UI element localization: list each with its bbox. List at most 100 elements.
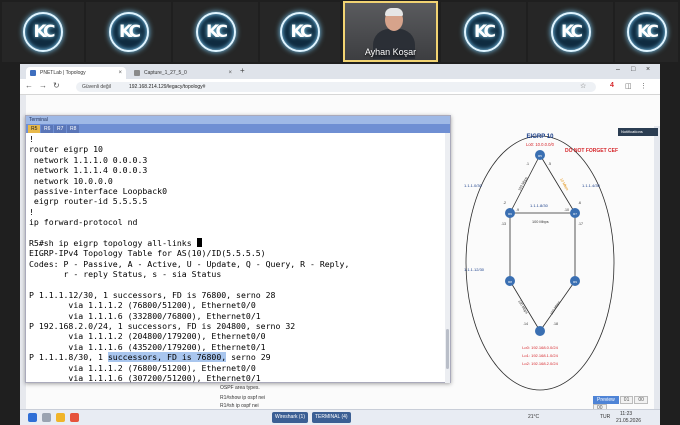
taskbar: Wireshark (1) TERMINAL (4) 21°C TUR 11:2… <box>20 409 660 425</box>
participant-tile[interactable]: KC <box>2 2 84 62</box>
note-line: OSPF area types. <box>220 385 260 391</box>
link-subnet-label: 1.1.1.0/30 <box>464 183 483 188</box>
terminal-scrollbar[interactable] <box>445 133 450 383</box>
close-tab-icon[interactable]: × <box>118 67 122 79</box>
file-explorer-icon[interactable] <box>56 413 65 422</box>
taskbar-wireshark[interactable]: Wireshark (1) <box>272 412 309 423</box>
router-node[interactable]: R8 <box>505 276 515 286</box>
kc-logo-icon: KC <box>23 12 63 52</box>
participant-tile[interactable]: KC <box>173 2 258 62</box>
extensions-icon[interactable]: ◫ <box>625 82 632 90</box>
participant-tile[interactable]: KC <box>528 2 613 62</box>
topology-title: EIGRP 10 <box>527 134 555 140</box>
terminal-line: passive-interface Loopback0 <box>29 185 168 196</box>
terminal-line: R5#sh ip eigrp topology all-links <box>29 237 447 248</box>
star-icon[interactable]: ☆ <box>580 82 586 90</box>
language-indicator[interactable]: TUR <box>600 414 610 420</box>
router-node[interactable]: R7 <box>570 208 580 218</box>
router-node[interactable]: R5 <box>535 150 545 160</box>
router-node[interactable] <box>535 326 545 336</box>
taskbar-terminal[interactable]: TERMINAL (4) <box>312 412 351 423</box>
router-node[interactable]: R6 <box>505 208 515 218</box>
close-window-icon[interactable]: × <box>646 66 650 73</box>
terminal-tab-r5[interactable]: R5 <box>28 125 41 133</box>
terminal-output[interactable]: ! router eigrp 10 network 1.1.1.0 0.0.0.3… <box>26 133 450 383</box>
address-bar: ← → ↻ Güvenli değil 192.168.214.129/lega… <box>20 79 660 95</box>
cef-warning: DO NOT FORGET CEF <box>565 148 619 154</box>
terminal-line: router eigrp 10 <box>29 144 103 155</box>
router-node[interactable]: R9 <box>570 276 580 286</box>
notifications-panel[interactable]: Notifications <box>618 128 658 136</box>
back-icon[interactable]: ← <box>25 81 33 90</box>
terminal-cursor <box>196 237 202 247</box>
windows-start-icon[interactable] <box>28 413 37 422</box>
terminal-tab-r8[interactable]: R8 <box>67 125 80 133</box>
svg-text:.2: .2 <box>503 201 506 205</box>
page-tab[interactable]: 00 <box>634 396 648 404</box>
page-tab[interactable]: 01 <box>619 396 634 404</box>
link-subnet-label: 1.1.1.8/30 <box>530 203 549 208</box>
preview-tab[interactable]: Preview <box>593 396 619 404</box>
svg-text:.6: .6 <box>578 201 581 205</box>
browser-tab-capture[interactable]: Capture_1_27_5_0 × <box>130 67 236 79</box>
svg-text:.17: .17 <box>578 222 583 226</box>
terminal-tab-r6[interactable]: R6 <box>41 125 54 133</box>
browser-tabstrip: PNETLab | Topology × Capture_1_27_5_0 × … <box>20 64 660 79</box>
terminal-line: EIGRP-IPv4 Topology Table for AS(10)/ID(… <box>29 248 266 259</box>
link-subnet-label: 1.1.1.4/30 <box>582 183 601 188</box>
terminal-line: network 1.1.1.0 0.0.0.3 <box>29 154 148 165</box>
shared-browser-window: PNETLab | Topology × Capture_1_27_5_0 × … <box>20 64 660 409</box>
new-tab-icon[interactable]: + <box>240 66 245 75</box>
terminal-line: P 1.1.1.12/30, 1 successors, FD is 76800… <box>29 289 276 300</box>
svg-text:R5: R5 <box>538 154 542 158</box>
svg-text:R8: R8 <box>508 280 512 284</box>
side-rail <box>654 126 660 409</box>
security-warning[interactable]: Güvenli değil <box>82 82 111 92</box>
favicon-icon <box>134 70 140 76</box>
search-icon[interactable] <box>42 413 51 422</box>
forward-icon[interactable]: → <box>39 81 47 90</box>
participant-tile[interactable]: KC <box>86 2 171 62</box>
extension-icon[interactable]: 4 <box>610 82 614 89</box>
terminal-window[interactable]: Terminal R5 R6 R7 R8 ! router eigrp 10 ne… <box>25 115 451 383</box>
weather-label[interactable]: 21°C <box>528 414 539 420</box>
kc-logo-icon: KC <box>108 12 149 52</box>
menu-icon[interactable]: ⋮ <box>640 82 647 90</box>
active-speaker-tile[interactable]: Ayhan Koşar <box>343 1 438 62</box>
terminal-line: via 1.1.1.2 (76800/51200), Ethernet0/0 <box>29 300 256 311</box>
terminal-line: network 10.0.0.0 <box>29 175 113 186</box>
svg-text:R7: R7 <box>573 212 577 216</box>
bandwidth-label: 100 Mbps <box>532 220 549 224</box>
reload-icon[interactable]: ↻ <box>53 81 60 90</box>
url-text[interactable]: 192.168.214.129/legacy/topology# <box>129 82 205 92</box>
kc-logo-icon: KC <box>550 12 591 52</box>
participant-tile[interactable]: KC <box>260 2 340 62</box>
terminal-line: r - reply Status, s - sia Status <box>29 269 222 280</box>
terminal-title[interactable]: Terminal <box>26 116 450 124</box>
clock-time[interactable]: 11:23 <box>620 411 632 417</box>
link-subnet-label: 1.1.1.12/30 <box>464 267 485 272</box>
browser-tab-topology[interactable]: PNETLab | Topology × <box>26 67 126 79</box>
participant-tile[interactable]: KC <box>441 2 526 62</box>
bandwidth-label: 100 Mbps <box>517 299 529 314</box>
svg-text:.9: .9 <box>516 208 519 212</box>
participant-name: Ayhan Koşar <box>364 47 417 57</box>
close-tab-icon[interactable]: × <box>228 67 232 79</box>
loopback-label: Lo0: 10.0.0.0/0 <box>526 142 555 147</box>
svg-text:.5: .5 <box>548 162 551 166</box>
kc-logo-icon: KC <box>280 12 320 52</box>
favicon-icon <box>30 70 36 76</box>
participant-tile[interactable]: KC <box>615 2 678 62</box>
note-line: R1#show ip ospf nei <box>220 395 266 401</box>
page-tab-bar: Preview 01 0000 <box>592 396 660 409</box>
loopback-label: Lo0: 192.168.0.0/24 <box>522 345 558 350</box>
terminal-line: via 1.1.1.6 (332800/76800), Ethernet0/1 <box>29 310 261 321</box>
minimize-icon[interactable]: – <box>616 66 620 73</box>
maximize-icon[interactable]: □ <box>631 66 635 73</box>
terminal-line: via 1.1.1.6 (435200/179200), Ethernet0/1 <box>29 341 266 352</box>
loopback-label: Lo1: 192.168.1.0/24 <box>522 353 558 358</box>
browser-icon[interactable] <box>70 413 79 422</box>
terminal-tab-r7[interactable]: R7 <box>54 125 67 133</box>
